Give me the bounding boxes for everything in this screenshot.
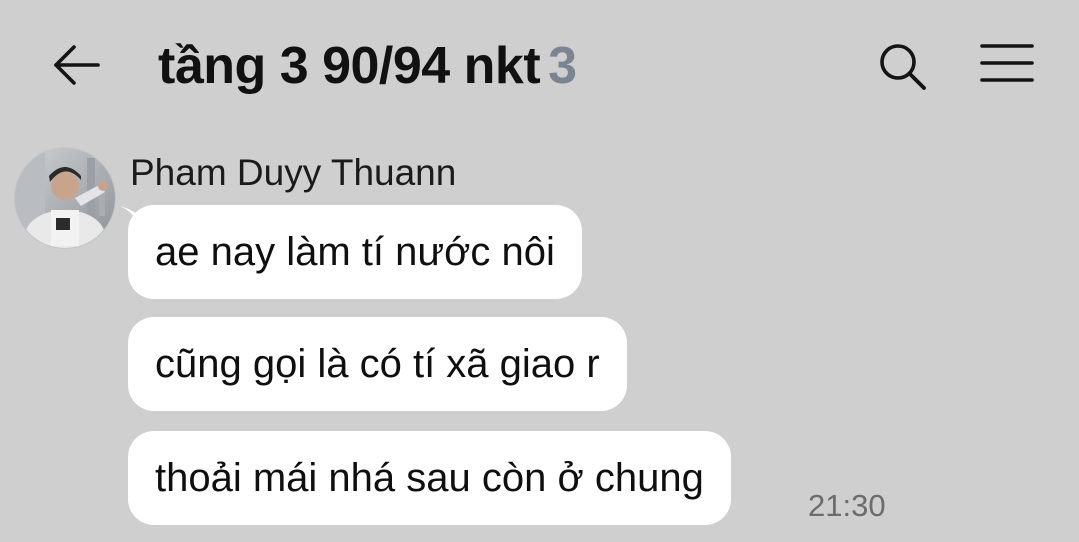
menu-button[interactable] <box>980 42 1034 84</box>
group-name: tầng 3 90/94 nkt <box>158 37 541 95</box>
back-button[interactable] <box>52 40 102 90</box>
sender-avatar[interactable] <box>15 148 115 248</box>
message-timestamp: 21:30 <box>808 488 886 523</box>
chat-header: tầng 3 90/94 nkt 3 <box>0 0 1079 135</box>
message-bubble[interactable]: thoải mái nhá sau còn ở chung <box>128 431 731 525</box>
message-bubble[interactable]: ae nay làm tí nước nôi <box>128 205 582 299</box>
message-text: cũng gọi là có tí xã giao r <box>155 342 600 386</box>
hamburger-menu-icon <box>980 44 1034 82</box>
sender-name: Pham Duyy Thuann <box>130 152 457 193</box>
member-count: 3 <box>548 37 577 95</box>
chat-title[interactable]: tầng 3 90/94 nkt 3 <box>158 34 577 98</box>
search-icon <box>880 44 926 90</box>
message-text: thoải mái nhá sau còn ở chung <box>155 456 704 500</box>
message-text: ae nay làm tí nước nôi <box>155 230 555 274</box>
avatar-photo <box>15 148 115 248</box>
search-button[interactable] <box>876 40 928 92</box>
arrow-left-icon <box>54 45 100 85</box>
message-bubble[interactable]: cũng gọi là có tí xã giao r <box>128 317 627 411</box>
